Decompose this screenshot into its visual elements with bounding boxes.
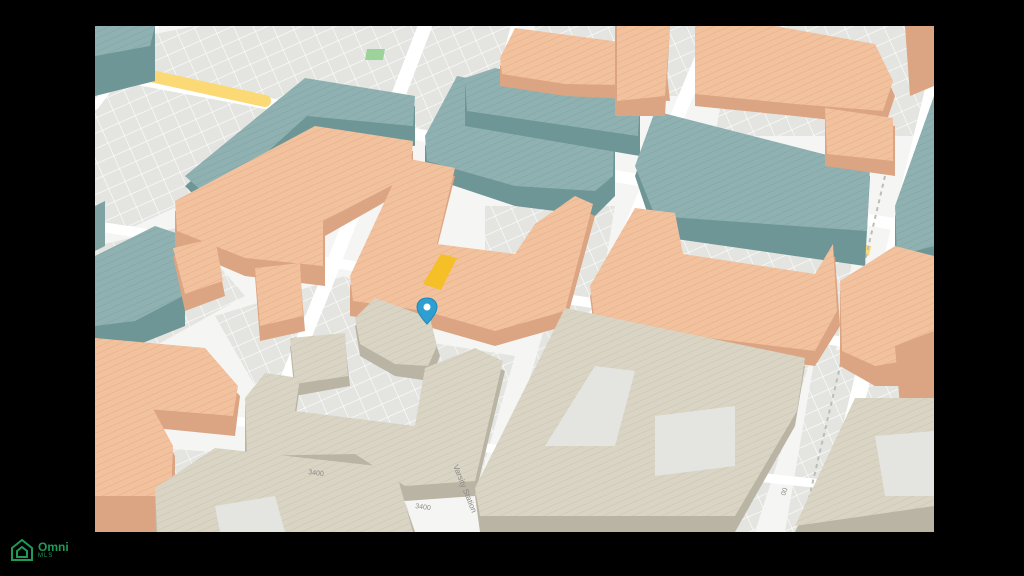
- brand-name: Omni: [38, 540, 69, 554]
- park: [365, 49, 385, 60]
- house-icon: [11, 538, 33, 561]
- map-svg[interactable]: Varsity Station 3400 3400 00: [95, 26, 934, 532]
- brand-subtitle: MLS: [38, 553, 54, 559]
- map-canvas[interactable]: Varsity Station 3400 3400 00: [95, 26, 934, 532]
- brand-logo: Omni MLS: [10, 538, 69, 562]
